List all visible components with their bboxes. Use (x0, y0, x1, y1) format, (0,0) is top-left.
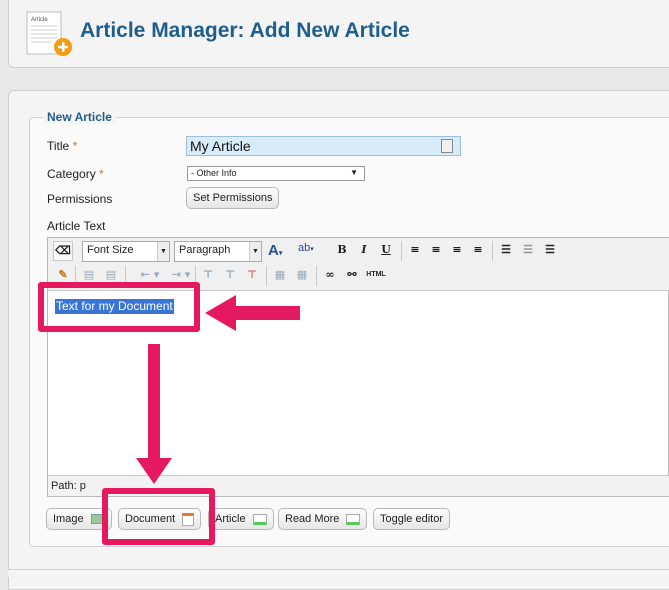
arrow-down-icon (136, 344, 172, 484)
annotation-arrows (136, 295, 300, 484)
arrow-left-icon (205, 295, 300, 331)
